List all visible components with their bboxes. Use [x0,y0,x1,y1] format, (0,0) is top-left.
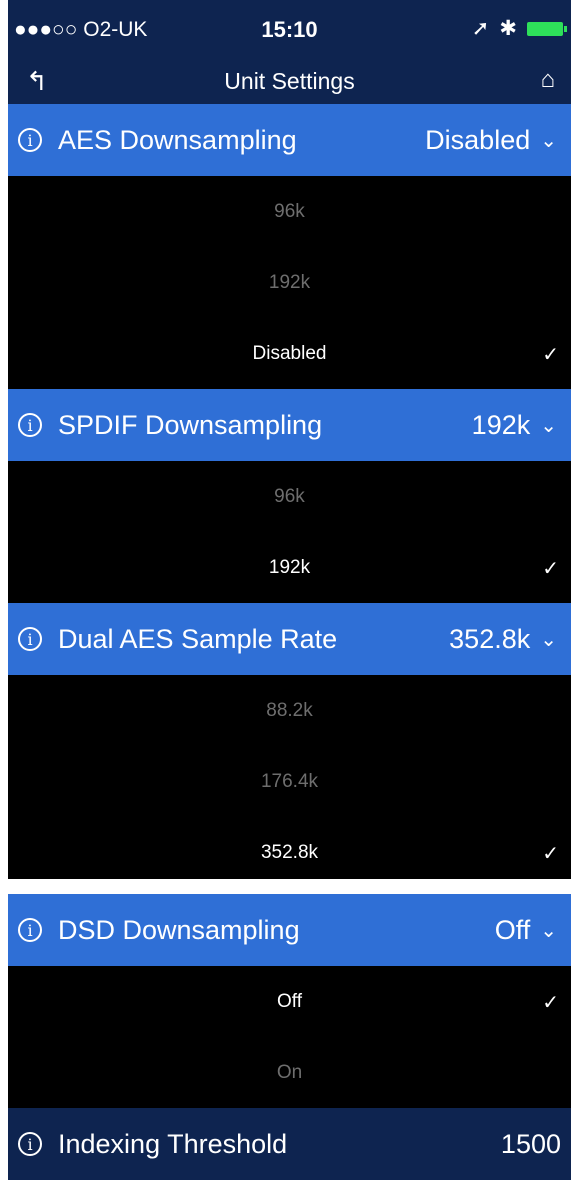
status-icons: ➚ ✱ [471,16,567,41]
chevron-down-icon: ⌄ [540,628,557,651]
option-label: 352.8k [260,841,319,863]
battery-icon [527,21,567,36]
section-dsd-downsampling[interactable]: i DSD Downsampling Off ⌄ [8,894,571,966]
chevron-down-icon: ⌄ [540,414,557,437]
option-item-selected[interactable]: 352.8k ✓ [8,817,571,888]
section-label: Dual AES Sample Rate [58,623,338,654]
section-value: Disabled [425,124,531,155]
section-label: SPDIF Downsampling [58,409,323,440]
option-label: 96k [274,200,305,222]
screen-top: ●●●○○ O2-UK 15:10 ➚ ✱ ↰ Unit Settings ⌂ … [8,0,571,879]
option-item-selected[interactable]: 192k ✓ [8,532,571,603]
info-icon[interactable]: i [18,413,42,437]
option-item-selected[interactable]: Disabled ✓ [8,318,571,389]
section-spdif-downsampling[interactable]: i SPDIF Downsampling 192k ⌄ [8,389,571,461]
section-label: DSD Downsampling [58,914,300,945]
option-label: 192k [268,556,311,578]
option-label: 96k [274,485,305,507]
option-item[interactable]: 96k [8,176,571,247]
section-dual-aes-sample-rate[interactable]: i Dual AES Sample Rate 352.8k ⌄ [8,603,571,675]
chevron-down-icon: ⌄ [540,129,557,152]
section-label: AES Downsampling [58,124,297,155]
option-item[interactable]: 176.4k [8,746,571,817]
option-label: Off [277,990,302,1012]
checkmark-icon: ✓ [542,843,559,865]
option-label: 192k [268,271,311,293]
section-label: Indexing Threshold [58,1128,288,1159]
nav-bar: ↰ Unit Settings ⌂ [8,60,571,104]
section-indexing-threshold[interactable]: i Indexing Threshold 1500 [8,1108,571,1180]
option-item[interactable]: 192k [8,247,571,318]
checkmark-icon: ✓ [542,344,559,366]
section-value: 352.8k [449,623,531,654]
option-item[interactable]: On [8,1037,571,1108]
option-item-selected[interactable]: Off ✓ [8,966,571,1037]
section-value: 1500 [500,1128,561,1159]
option-label: 88.2k [266,699,313,721]
section-value: 192k [471,409,531,440]
info-icon[interactable]: i [18,627,42,651]
option-label: On [276,1061,303,1083]
location-arrow-icon: ➚ [471,17,490,40]
home-icon[interactable]: ⌂ [541,66,556,94]
checkmark-icon: ✓ [542,558,559,580]
section-value: Off [494,914,531,945]
info-icon[interactable]: i [18,128,42,152]
info-icon[interactable]: i [18,918,42,942]
bluetooth-icon: ✱ [499,17,517,40]
chevron-down-icon: ⌄ [540,919,557,942]
page-title: Unit Settings [224,68,355,94]
screen-bottom: i DSD Downsampling Off ⌄ Off ✓ On i Inde… [8,894,571,1180]
status-bar: ●●●○○ O2-UK 15:10 ➚ ✱ [8,0,571,60]
checkmark-icon: ✓ [542,992,559,1014]
info-icon[interactable]: i [18,1132,42,1156]
option-label: 176.4k [260,770,319,792]
option-label: Disabled [252,342,327,364]
option-item[interactable]: 96k [8,461,571,532]
option-item[interactable]: 88.2k [8,675,571,746]
section-aes-downsampling[interactable]: i AES Downsampling Disabled ⌄ [8,104,571,176]
